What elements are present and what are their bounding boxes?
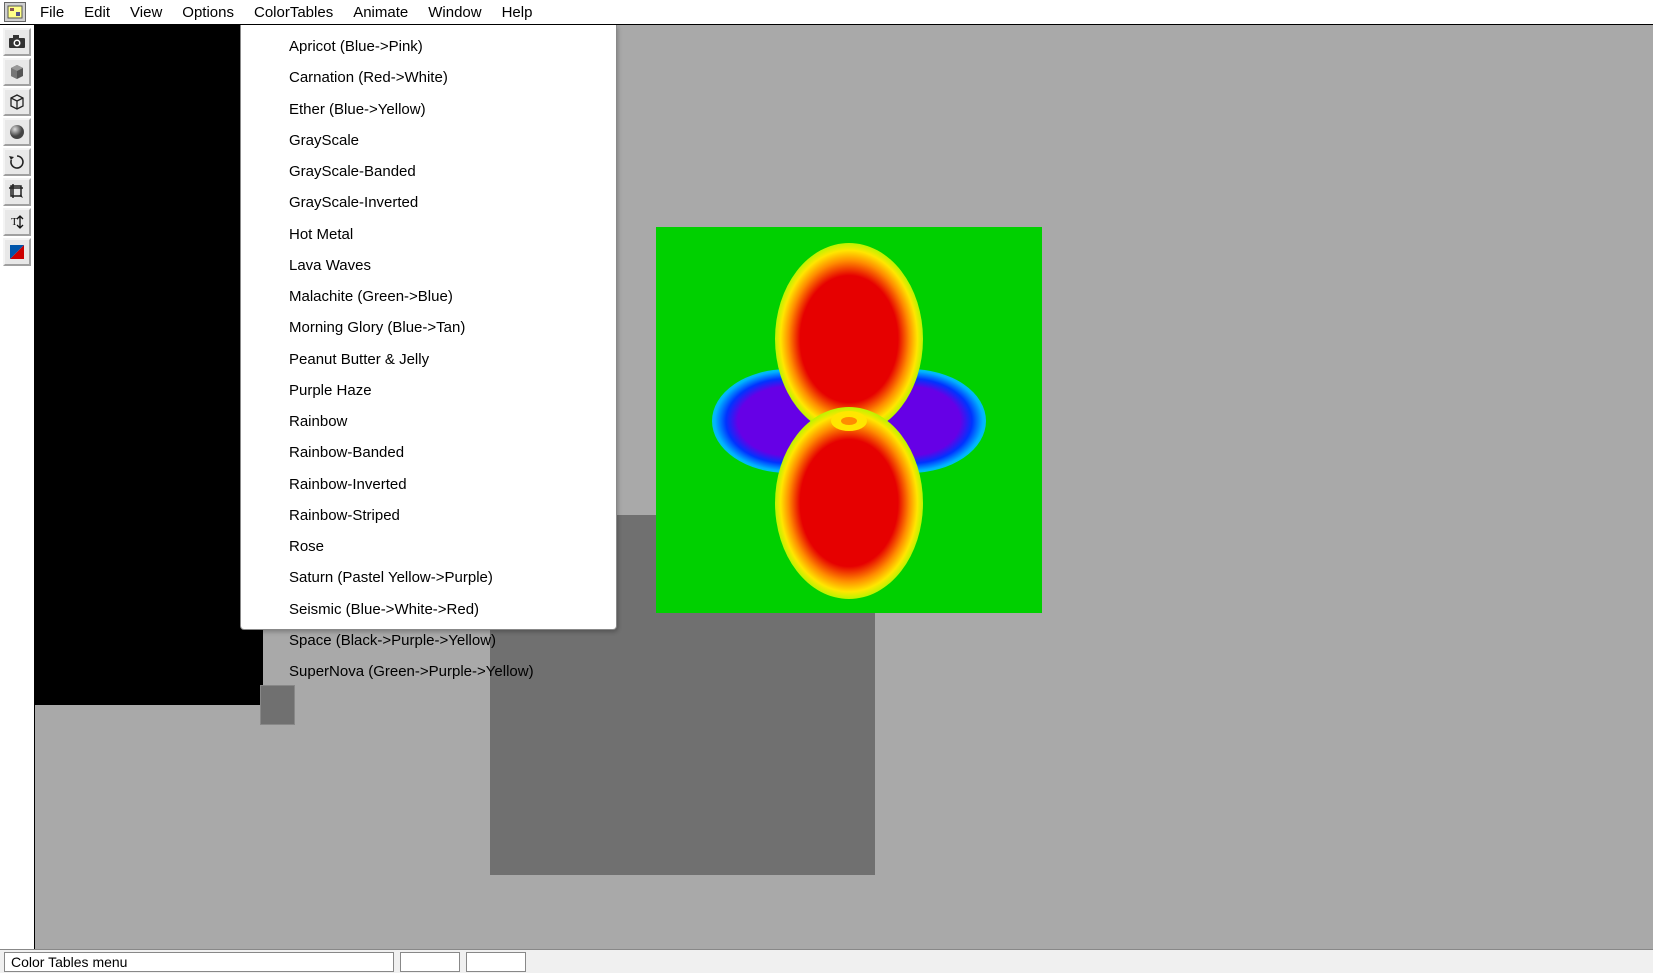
colortable-option[interactable]: Hot Metal [241,219,616,250]
menu-options[interactable]: Options [172,2,244,23]
app-icon [4,2,26,22]
menu-help[interactable]: Help [492,2,543,23]
svg-text:T: T [11,216,18,228]
black-panel [35,25,263,705]
visualization-window[interactable] [656,227,1042,613]
menu-window[interactable]: Window [418,2,491,23]
status-text: Color Tables menu [4,952,394,972]
colortable-option[interactable]: Saturn (Pastel Yellow->Purple) [241,562,616,593]
colortable-option[interactable]: Ether (Blue->Yellow) [241,94,616,125]
menu-animate[interactable]: Animate [343,2,418,23]
colortable-option[interactable]: Carnation (Red->White) [241,62,616,93]
tool-text-arrows[interactable]: T [3,208,31,236]
tool-rotate[interactable] [3,148,31,176]
tool-crop[interactable] [3,178,31,206]
tool-cube-wire[interactable] [3,88,31,116]
small-grey-panel [260,685,295,725]
canvas-area: Apricot (Blue->Pink) Carnation (Red->Whi… [35,25,1653,949]
colortable-option[interactable]: Rainbow [241,406,616,437]
workspace: T [0,25,1653,949]
sphere-icon [7,122,27,142]
tool-gradient[interactable] [3,238,31,266]
tool-camera[interactable] [3,28,31,56]
colortable-option[interactable]: Space (Black->Purple->Yellow) [241,625,616,656]
colortable-option[interactable]: GrayScale-Banded [241,156,616,187]
colortable-option[interactable]: Seismic (Blue->White->Red) [241,594,616,625]
colortable-option[interactable]: Rainbow-Banded [241,437,616,468]
tool-cube-solid[interactable] [3,58,31,86]
colortable-option[interactable]: Rainbow-Striped [241,500,616,531]
colortable-option[interactable]: Malachite (Green->Blue) [241,281,616,312]
menu-colortables[interactable]: ColorTables [244,2,343,23]
colortable-option[interactable]: Rainbow-Inverted [241,469,616,500]
camera-icon [7,32,27,52]
colortable-option[interactable]: Lava Waves [241,250,616,281]
status-field-1 [400,952,460,972]
menu-view[interactable]: View [120,2,172,23]
colortable-option[interactable]: Rose [241,531,616,562]
menubar: File Edit View Options ColorTables Anima… [0,0,1653,25]
crop-icon [7,182,27,202]
tool-sphere[interactable] [3,118,31,146]
toolbar: T [0,25,35,949]
statusbar: Color Tables menu [0,949,1653,973]
colortable-option[interactable]: SuperNova (Green->Purple->Yellow) [241,656,616,687]
gradient-icon [7,242,27,262]
colortables-dropdown: Apricot (Blue->Pink) Carnation (Red->Whi… [240,25,617,630]
menu-file[interactable]: File [30,2,74,23]
scalar-field-plot [656,227,1042,613]
colortable-option[interactable]: Peanut Butter & Jelly [241,344,616,375]
cube-solid-icon [7,62,27,82]
colortable-option[interactable]: GrayScale-Inverted [241,187,616,218]
colortable-option[interactable]: Purple Haze [241,375,616,406]
colortable-option[interactable]: Apricot (Blue->Pink) [241,31,616,62]
status-field-2 [466,952,526,972]
text-arrows-icon: T [7,212,27,232]
colortable-option[interactable]: Morning Glory (Blue->Tan) [241,312,616,343]
colortable-option[interactable]: GrayScale [241,125,616,156]
cube-wire-icon [7,92,27,112]
rotate-icon [7,152,27,172]
menu-edit[interactable]: Edit [74,2,120,23]
